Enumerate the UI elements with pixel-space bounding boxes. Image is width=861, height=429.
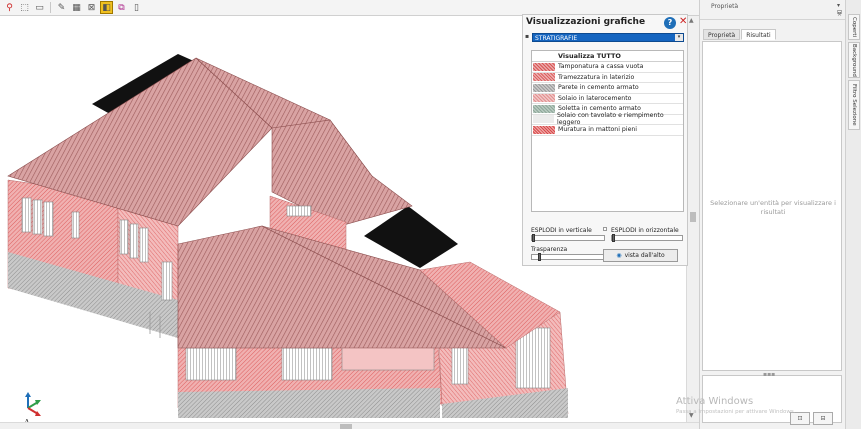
close-icon[interactable]: ✕ (679, 16, 687, 27)
slider-knob[interactable] (612, 234, 615, 242)
properties-panel: Proprietà ▾ ⊟ × Proprietà Risultati Sele… (699, 0, 845, 429)
close-icon[interactable]: × (837, 11, 842, 18)
cut-icon[interactable]: ⊠ (85, 1, 98, 14)
layer-icon[interactable]: ▭ (33, 1, 46, 14)
viewport-horizontal-scrollbar[interactable] (0, 422, 699, 429)
legend-row[interactable]: Solaio con tavolato e riempimento legger… (532, 112, 683, 127)
axis-gizmo-icon[interactable]: A (18, 392, 44, 422)
empty-message: Selezionare un'entità per visualizzare i… (710, 199, 836, 216)
explode-vertical-label: ESPLODI in verticale (531, 227, 592, 234)
side-tab-coperti[interactable]: Coperti (848, 14, 860, 40)
side-tab-selection-filter[interactable]: Filtro Selezione (848, 80, 860, 130)
panel-subheader: × (700, 11, 845, 20)
panel-title: Visualizzazioni grafiche (526, 17, 646, 27)
legend-swatch (533, 115, 554, 124)
scroll-thumb[interactable] (340, 424, 352, 429)
legend-label: Tramezzatura in laterizio (558, 73, 635, 81)
legend-label: Muratura in mattoni pieni (558, 126, 638, 134)
transparency-label: Trasparenza (531, 246, 568, 253)
legend-swatch (533, 104, 555, 113)
activation-watermark-subtitle: Passa a Impostazioni per attivare Window… (676, 409, 796, 415)
pin-icon[interactable]: ⚲ (3, 1, 16, 14)
side-tab-label: Coperti (851, 16, 857, 38)
legend-swatch (533, 125, 555, 134)
explode-horizontal-checkbox[interactable] (603, 227, 607, 231)
explode-vertical-slider[interactable] (531, 234, 605, 242)
export-icon[interactable]: ⧉ (115, 1, 128, 14)
legend-table: Visualizza TUTTO Tamponatura a cassa vuo… (531, 50, 684, 212)
pin-icon[interactable]: ▪ (525, 33, 529, 40)
side-tab-bar: Coperti Background Filtro Selezione (845, 0, 861, 429)
bottom-icons: ⊡ ⊟ (790, 412, 833, 425)
eye-icon: ◉ (616, 252, 622, 259)
legend-label: Solaio in laterocemento (558, 94, 632, 102)
tab-properties[interactable]: Proprietà (703, 29, 741, 40)
legend-swatch (533, 94, 555, 103)
transparency-slider[interactable] (531, 253, 605, 261)
top-view-button[interactable]: ◉ vista dall'alto (603, 249, 678, 262)
legend-row[interactable]: Tramezzatura in laterizio (532, 73, 683, 83)
legend-row[interactable]: Solaio in laterocemento (532, 94, 683, 104)
legend-label: Parete in cemento armato (558, 84, 639, 92)
slider-knob[interactable] (532, 234, 535, 242)
legend-row[interactable]: Muratura in mattoni pieni (532, 125, 683, 136)
activation-watermark-title: Attiva Windows (676, 396, 754, 407)
legend-label: Soletta in cemento armato (558, 105, 641, 113)
grid-icon[interactable]: ▦ (70, 1, 83, 14)
layout-icon[interactable]: ⊟ (813, 412, 833, 425)
legend-label: Solaio con tavolato e riempimento legger… (557, 112, 664, 127)
tab-results[interactable]: Risultati (741, 29, 776, 40)
layer-dropdown[interactable]: STRATIGRAFIE ▾ (532, 33, 684, 42)
side-tab-background[interactable]: Background (848, 42, 860, 78)
scroll-thumb[interactable] (690, 212, 696, 222)
app-window: ⚲ ⬚ ▭ ✎ ▦ ⊠ ◧ ⧉ ▯ ▲ ▼ Visualizzazioni gr… (0, 0, 861, 429)
toolbar-separator (50, 2, 51, 13)
legend-swatch (533, 83, 555, 92)
side-tab-label: Background (851, 43, 857, 77)
pencil-icon[interactable]: ✎ (55, 1, 68, 14)
top-view-label: vista dall'alto (624, 252, 665, 259)
select-icon[interactable]: ⬚ (18, 1, 31, 14)
explode-horizontal-label: ESPLODI in orizzontale (611, 227, 679, 234)
properties-tabs: Proprietà Risultati (703, 29, 776, 40)
results-body: Selezionare un'entità per visualizzare i… (702, 41, 842, 371)
scroll-up-icon[interactable]: ▲ (689, 17, 694, 24)
slider-knob[interactable] (538, 253, 541, 261)
explode-horizontal-slider[interactable] (611, 234, 683, 242)
splitter-grip[interactable]: ▪▪▪ (763, 371, 775, 378)
legend-label: Tamponatura a cassa vuota (558, 63, 644, 71)
panel-title: Proprietà (711, 3, 739, 10)
side-tab-label: Filtro Selezione (851, 84, 857, 126)
show-all-button[interactable]: Visualizza TUTTO (532, 51, 683, 62)
dropdown-value: STRATIGRAFIE (535, 35, 578, 42)
legend-row[interactable]: Parete in cemento armato (532, 83, 683, 94)
legend-swatch (533, 73, 555, 82)
help-icon[interactable]: ? (664, 17, 676, 29)
view-3d-icon[interactable]: ◧ (100, 1, 113, 14)
copy-icon[interactable]: ▯ (130, 1, 143, 14)
legend-row[interactable]: Tamponatura a cassa vuota (532, 62, 683, 73)
graphics-panel: Visualizzazioni grafiche ? ✕ ▪ STRATIGRA… (522, 14, 688, 266)
legend-swatch (533, 62, 555, 71)
chevron-down-icon[interactable]: ▾ (675, 34, 683, 41)
